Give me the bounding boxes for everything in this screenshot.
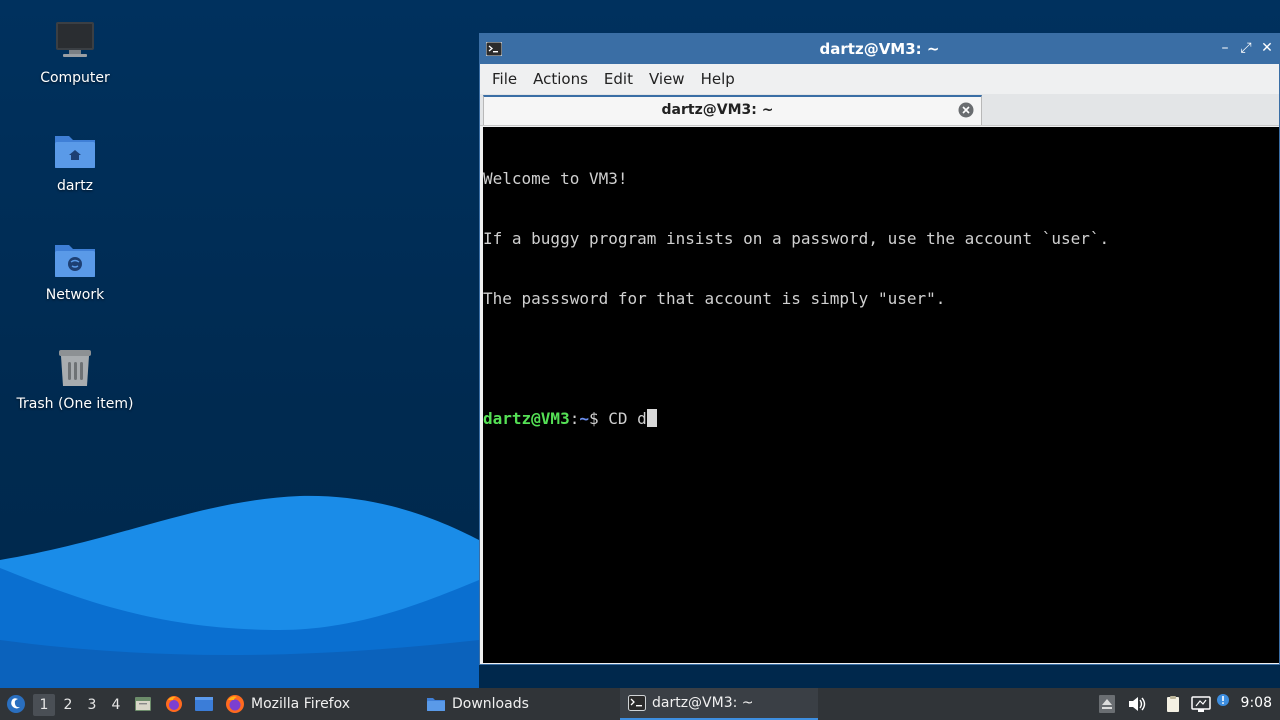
task-label: Downloads — [452, 696, 529, 712]
desktop-icon-computer[interactable]: Computer — [5, 18, 145, 86]
task-downloads[interactable]: Downloads — [426, 688, 539, 720]
eject-icon[interactable] — [1099, 695, 1117, 713]
terminal-window: dartz@VM3: ~ – ⤢ ✕ File Actions Edit Vie… — [479, 33, 1280, 665]
prompt-symbol: $ — [588, 409, 609, 428]
clipboard-icon[interactable] — [1164, 695, 1182, 713]
menu-help[interactable]: Help — [693, 66, 743, 92]
menu-file[interactable]: File — [484, 66, 525, 92]
menubar: File Actions Edit View Help — [480, 64, 1279, 94]
tab-label: dartz@VM3: ~ — [661, 102, 774, 118]
workspace-2[interactable]: 2 — [57, 694, 79, 716]
menu-edit[interactable]: Edit — [596, 66, 641, 92]
clock[interactable]: 9:08 — [1241, 695, 1272, 711]
desktop-icon-label: Trash (One item) — [16, 396, 134, 412]
trash-icon — [51, 344, 99, 392]
folder-icon — [426, 695, 446, 713]
notification-icon[interactable] — [1216, 693, 1230, 707]
terminal-output[interactable]: Welcome to VM3! If a buggy program insis… — [483, 127, 1279, 663]
monitor-icon — [51, 18, 99, 66]
task-firefox[interactable]: Mozilla Firefox — [225, 688, 360, 720]
text-cursor — [646, 409, 657, 427]
desktop-icon-trash[interactable]: Trash (One item) — [5, 344, 145, 412]
task-label: dartz@VM3: ~ — [652, 695, 754, 711]
volume-icon[interactable] — [1127, 695, 1146, 713]
workspace-1[interactable]: 1 — [33, 694, 55, 716]
terminal-line: Welcome to VM3! — [483, 169, 628, 188]
tab-terminal[interactable]: dartz@VM3: ~ — [483, 95, 982, 125]
menu-actions[interactable]: Actions — [525, 66, 596, 92]
close-button[interactable]: ✕ — [1259, 39, 1275, 57]
desktop-icon-label: dartz — [56, 178, 94, 194]
terminal-command: CD d — [608, 409, 647, 428]
network-folder-icon — [51, 235, 99, 283]
home-folder-icon — [51, 126, 99, 174]
taskbar: 1 2 3 4 Mozilla Firefox Downloads dartz@… — [0, 688, 1280, 720]
task-terminal[interactable]: dartz@VM3: ~ — [620, 688, 818, 720]
network-status-icon[interactable] — [1191, 695, 1211, 713]
file-manager-launcher-icon[interactable] — [134, 695, 152, 713]
desktop-icon-label: Network — [45, 287, 105, 303]
menu-view[interactable]: View — [641, 66, 693, 92]
desktop-launcher-icon[interactable] — [194, 695, 213, 713]
task-label: Mozilla Firefox — [251, 696, 351, 712]
firefox-launcher-icon[interactable] — [165, 695, 183, 713]
firefox-icon — [225, 694, 245, 714]
terminal-prompt-line[interactable]: dartz@VM3:~$ CD d — [483, 409, 1279, 429]
prompt-separator: : — [569, 409, 580, 428]
tab-close-icon[interactable] — [958, 102, 974, 118]
prompt-user: dartz@VM3 — [483, 409, 570, 428]
maximize-button[interactable]: ⤢ — [1238, 39, 1254, 57]
workspace-3[interactable]: 3 — [81, 694, 103, 716]
minimize-button[interactable]: – — [1217, 39, 1233, 57]
tab-bar: dartz@VM3: ~ — [480, 94, 1279, 126]
terminal-icon — [628, 695, 646, 711]
workspace-4[interactable]: 4 — [105, 694, 127, 716]
prompt-path: ~ — [579, 409, 589, 428]
terminal-line: The passsword for that account is simply… — [483, 289, 946, 308]
window-titlebar[interactable]: dartz@VM3: ~ – ⤢ ✕ — [480, 34, 1279, 64]
window-title: dartz@VM3: ~ — [819, 40, 940, 58]
start-menu-icon[interactable] — [6, 694, 26, 714]
desktop-icon-label: Computer — [40, 70, 110, 86]
desktop-icon-home[interactable]: dartz — [5, 126, 145, 194]
desktop-icon-network[interactable]: Network — [5, 235, 145, 303]
terminal-line: If a buggy program insists on a password… — [483, 229, 1110, 248]
